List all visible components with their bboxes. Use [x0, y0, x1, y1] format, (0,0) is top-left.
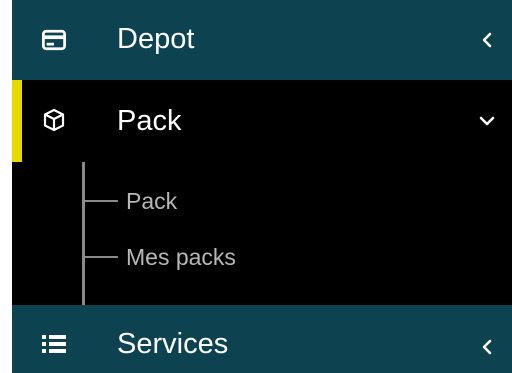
- submenu-item-mes-packs[interactable]: Mes packs: [82, 240, 236, 274]
- sidebar-item-label: Services: [117, 328, 229, 360]
- card-icon: [42, 28, 66, 52]
- list-icon: [42, 332, 66, 356]
- chevron-left-icon[interactable]: [478, 31, 496, 49]
- submenu-item-label: Mes packs: [126, 243, 236, 270]
- submenu-item-pack[interactable]: Pack: [82, 184, 177, 218]
- tree-branch: [82, 256, 118, 258]
- sidebar-item-pack[interactable]: Pack: [12, 80, 512, 162]
- chevron-down-icon[interactable]: [478, 112, 496, 130]
- chevron-left-icon[interactable]: [478, 338, 496, 356]
- tree-branch: [82, 200, 118, 202]
- pack-submenu: Pack Mes packs: [12, 162, 512, 305]
- sidebar-menu: Depot Pack Pack Mes packs Services: [12, 0, 512, 373]
- sidebar-item-services[interactable]: Services: [12, 305, 512, 373]
- sidebar-item-depot[interactable]: Depot: [12, 0, 512, 80]
- box-icon: [42, 108, 66, 132]
- sidebar-item-label: Depot: [117, 23, 195, 55]
- sidebar-item-label: Pack: [117, 105, 182, 137]
- submenu-item-label: Pack: [126, 187, 178, 214]
- active-indicator: [12, 80, 22, 162]
